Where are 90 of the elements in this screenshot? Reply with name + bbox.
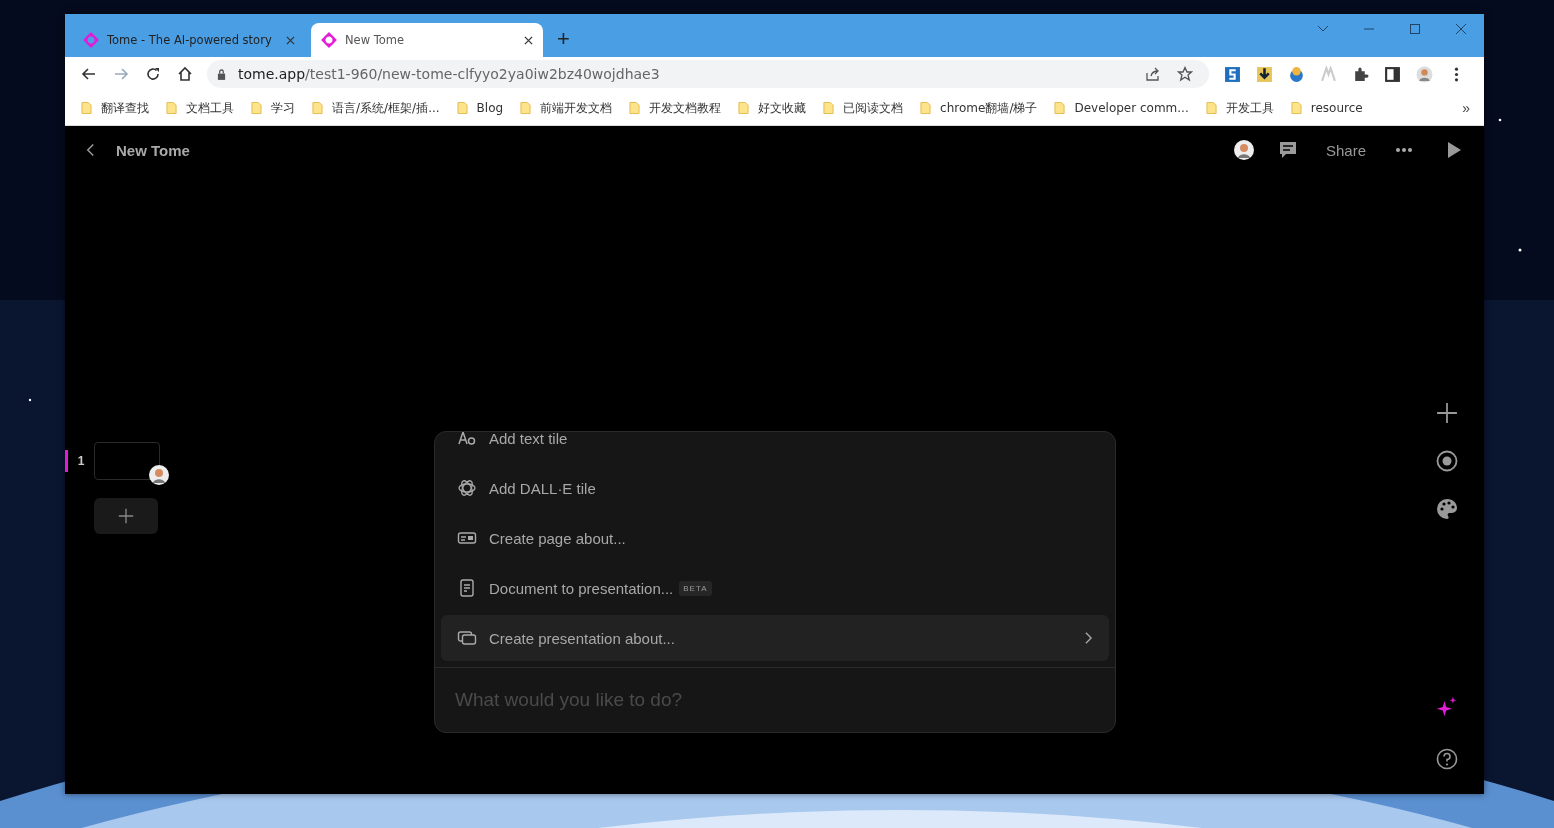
bookmark-label: 文档工具 bbox=[186, 99, 234, 117]
bookmark-label: 前端开发文档 bbox=[540, 99, 613, 117]
sparkle-icon[interactable] bbox=[1436, 696, 1458, 718]
back-chevron-icon[interactable] bbox=[85, 142, 96, 158]
menu-item[interactable]: Add DALL·E tile bbox=[441, 465, 1109, 511]
comment-icon[interactable] bbox=[1277, 140, 1298, 160]
bookmark-label: 开发工具 bbox=[1225, 99, 1274, 117]
bookmark-label: Blog bbox=[476, 101, 504, 115]
page-number: 1 bbox=[76, 454, 86, 468]
app-logo-icon bbox=[321, 32, 337, 48]
lock-icon bbox=[217, 68, 226, 80]
tab-title: New Tome bbox=[345, 33, 406, 47]
chevron-right-icon bbox=[1084, 631, 1093, 645]
menu-item[interactable]: Add text tile bbox=[441, 432, 1109, 461]
close-icon[interactable] bbox=[524, 35, 533, 45]
slides-icon bbox=[457, 628, 477, 648]
menu-item[interactable]: Document to presentation... BETA bbox=[441, 565, 1109, 611]
bookmark-label: 翻译查找 bbox=[101, 99, 149, 117]
reload-icon[interactable] bbox=[145, 66, 161, 82]
bookmark-label: 语言/系统/框架/插... bbox=[332, 99, 440, 117]
folder-icon bbox=[81, 101, 92, 115]
bookmark[interactable]: 开发文档教程 bbox=[629, 99, 722, 117]
download-icon[interactable] bbox=[1256, 65, 1273, 83]
bookmark-label: 学习 bbox=[271, 99, 295, 117]
share-button[interactable]: Share bbox=[1319, 140, 1372, 160]
side-panel-icon[interactable] bbox=[1384, 65, 1401, 83]
add-page-button[interactable] bbox=[94, 498, 158, 534]
bookmark[interactable]: 开发工具 bbox=[1205, 99, 1274, 117]
home-icon[interactable] bbox=[177, 66, 193, 82]
menu-item-label: Add text tile bbox=[489, 432, 568, 447]
folder-icon bbox=[920, 101, 932, 115]
folder-icon bbox=[312, 101, 323, 115]
folder-icon bbox=[738, 101, 750, 115]
plus-icon[interactable] bbox=[1436, 402, 1458, 424]
maximize-icon[interactable] bbox=[1409, 23, 1421, 35]
bookmark-label: 开发文档教程 bbox=[649, 99, 722, 117]
bookmark[interactable]: 已阅读文档 bbox=[823, 99, 904, 117]
text-icon bbox=[457, 432, 477, 448]
folder-icon bbox=[251, 101, 262, 115]
menu-item[interactable]: Create page about... bbox=[441, 515, 1109, 561]
menu-item-label: Create presentation about... bbox=[489, 629, 675, 647]
folder-icon bbox=[823, 101, 835, 115]
folder-icon bbox=[629, 101, 641, 115]
bookmark[interactable]: Blog bbox=[456, 101, 504, 115]
bookmark[interactable]: 文档工具 bbox=[166, 99, 234, 117]
document-icon bbox=[457, 578, 477, 598]
folder-icon bbox=[520, 101, 532, 115]
document-title: New Tome bbox=[116, 141, 190, 159]
beta-badge: BETA bbox=[679, 580, 712, 596]
bookmark-label: resource bbox=[1310, 101, 1363, 115]
bookmark[interactable]: chrome翻墙/梯子 bbox=[920, 99, 1038, 117]
extension-icon[interactable] bbox=[1288, 65, 1305, 83]
folder-icon bbox=[456, 101, 468, 115]
menu-item-label: Document to presentation... bbox=[489, 579, 674, 597]
bookmark[interactable]: 语言/系统/框架/插... bbox=[312, 99, 440, 117]
menu-item-label: Add DALL·E tile bbox=[489, 479, 596, 497]
tab-title: Tome - The AI-powered story bbox=[107, 33, 273, 47]
browser-tab[interactable]: Tome - The AI-powered story bbox=[73, 23, 305, 57]
bookmark[interactable]: 学习 bbox=[251, 99, 295, 117]
extension-icon[interactable] bbox=[1224, 65, 1241, 83]
menu-item[interactable]: Create presentation about... bbox=[441, 615, 1109, 661]
bookmark-label: chrome翻墙/梯子 bbox=[940, 99, 1038, 117]
folder-icon bbox=[1054, 101, 1066, 115]
app-logo-icon bbox=[83, 32, 99, 48]
bookmark[interactable]: 翻译查找 bbox=[81, 99, 149, 117]
new-tab-button[interactable]: + bbox=[549, 25, 578, 52]
folder-icon bbox=[1290, 101, 1302, 115]
bookmark[interactable]: resource bbox=[1290, 101, 1363, 115]
star-icon[interactable] bbox=[1177, 66, 1193, 82]
help-icon[interactable] bbox=[1436, 748, 1458, 770]
back-arrow-icon[interactable] bbox=[81, 66, 97, 82]
address-bar[interactable]: tome.app/test1-960/new-tome-clfyyo2ya0iw2bz40wojdhae3 bbox=[207, 60, 1209, 88]
avatar-icon bbox=[149, 465, 169, 485]
browser-tab[interactable]: New Tome bbox=[311, 23, 543, 57]
folder-icon bbox=[1205, 101, 1217, 115]
avatar-icon[interactable] bbox=[1233, 140, 1254, 160]
folder-icon bbox=[166, 101, 177, 115]
plus-icon bbox=[117, 507, 135, 525]
bookmark-label: 好文收藏 bbox=[758, 99, 807, 117]
puzzle-icon[interactable] bbox=[1352, 65, 1369, 83]
bookmark-label: 已阅读文档 bbox=[843, 99, 904, 117]
record-icon[interactable] bbox=[1436, 450, 1458, 472]
bookmark[interactable]: 好文收藏 bbox=[738, 99, 807, 117]
bookmarks-overflow-button[interactable]: » bbox=[1456, 99, 1476, 117]
knot-icon bbox=[457, 478, 477, 498]
menu-item-label: Create page about... bbox=[489, 529, 626, 547]
share-icon[interactable] bbox=[1145, 66, 1161, 82]
bookmark[interactable]: 前端开发文档 bbox=[520, 99, 613, 117]
url-text: tome.app/test1-960/new-tome-clfyyo2ya0iw2bz40wojdhae3 bbox=[238, 66, 660, 82]
palette-icon[interactable] bbox=[1436, 498, 1458, 520]
